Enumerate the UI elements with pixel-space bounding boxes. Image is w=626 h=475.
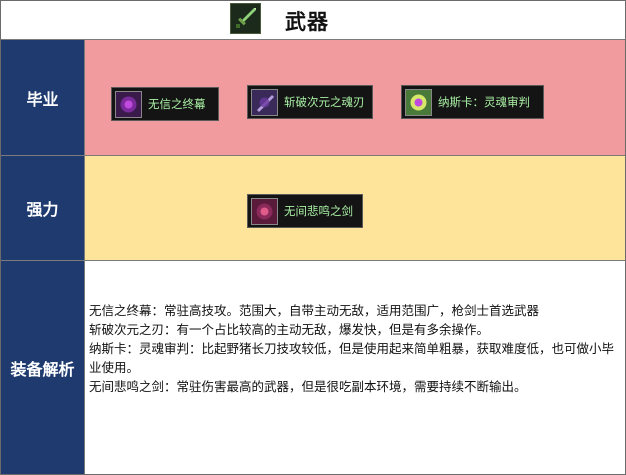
- item-name: 无信之终幕: [148, 97, 206, 111]
- item-name: 斩破次元之魂刃: [284, 95, 365, 109]
- strong-items: 无间悲鸣之剑: [85, 156, 625, 260]
- item-chip[interactable]: 无信之终幕: [111, 87, 219, 121]
- graduation-row: 毕业 无信之终幕 斩破次元之魂刃 纳斯卡：灵魂审判: [1, 40, 625, 156]
- analysis-text: 无信之终幕：常驻高技攻。范围大，自带主动无敌，适用范围广，枪剑士首选武器 斩破次…: [89, 301, 619, 396]
- analysis-line: 纳斯卡：灵魂审判：比起野猪长刀技攻较低，但是使用起来简单粗暴，获取难度低，也可做…: [89, 341, 615, 375]
- row-label-strong: 强力: [1, 156, 85, 260]
- analysis-line: 斩破次元之刃：有一个占比较高的主动无敌，爆发快，但是有多余操作。: [89, 322, 490, 337]
- item-chip[interactable]: 斩破次元之魂刃: [247, 85, 373, 119]
- analysis-content: 无信之终幕：常驻高技攻。范围大，自带主动无敌，适用范围广，枪剑士首选武器 斩破次…: [85, 261, 625, 474]
- sword-icon: [230, 3, 261, 34]
- analysis-line: 无间悲鸣之剑：常驻伤害最高的武器，但是很吃副本环境，需要持续不断输出。: [89, 379, 527, 394]
- item-name: 纳斯卡：灵魂审判: [438, 95, 530, 109]
- weapon-icon: [251, 88, 278, 116]
- item-name: 无间悲鸣之剑: [284, 204, 353, 218]
- weapon-icon: [115, 90, 142, 118]
- table-header: 武器: [1, 1, 625, 40]
- row-label-analysis: 装备解析: [1, 261, 85, 474]
- weapon-icon: [405, 88, 432, 116]
- item-chip[interactable]: 无间悲鸣之剑: [247, 194, 363, 228]
- graduation-items: 无信之终幕 斩破次元之魂刃 纳斯卡：灵魂审判: [85, 40, 625, 155]
- page-title: 武器: [285, 10, 329, 34]
- weapon-table: 武器 毕业 无信之终幕 斩破次元之魂刃 纳斯卡：灵魂审判 强力 无间悲鸣之剑 装…: [0, 0, 626, 475]
- row-label-graduation: 毕业: [1, 40, 85, 155]
- strong-row: 强力 无间悲鸣之剑: [1, 156, 625, 261]
- analysis-row: 装备解析 无信之终幕：常驻高技攻。范围大，自带主动无敌，适用范围广，枪剑士首选武…: [1, 261, 625, 474]
- analysis-line: 无信之终幕：常驻高技攻。范围大，自带主动无敌，适用范围广，枪剑士首选武器: [89, 303, 540, 318]
- weapon-icon: [251, 197, 278, 225]
- item-chip[interactable]: 纳斯卡：灵魂审判: [401, 85, 544, 119]
